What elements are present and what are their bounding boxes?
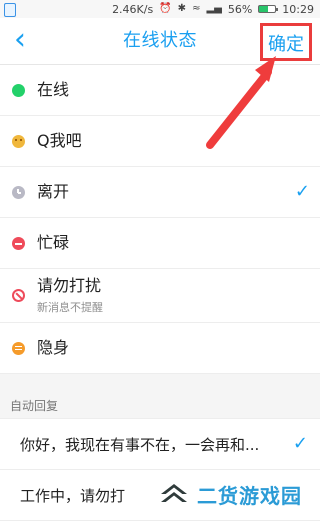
watermark-logo-icon xyxy=(161,484,189,504)
status-label: 在线 xyxy=(37,80,70,99)
auto-reply-item[interactable]: 你好，我现在有事不在，一会再和... ✓ xyxy=(0,419,320,470)
status-label: 隐身 xyxy=(37,338,70,357)
auto-reply-text: 工作中，请勿打 xyxy=(20,486,126,505)
section-gap xyxy=(0,374,320,394)
away-status-icon xyxy=(12,185,25,199)
bluetooth-icon: ✱ xyxy=(177,3,187,14)
status-options-list: 在线 Q我吧 离开 ✓ 忙碌 请勿打扰 新消息不提醒 隐身 xyxy=(0,65,320,374)
status-item-busy[interactable]: 忙碌 xyxy=(0,218,320,269)
auto-reply-header: 自动回复 xyxy=(0,394,320,419)
status-text: 请勿打扰 新消息不提醒 xyxy=(37,276,103,315)
app-notification-icon xyxy=(4,3,16,17)
clock-time: 10:29 xyxy=(282,2,314,16)
status-label: 离开 xyxy=(37,182,70,201)
status-item-away[interactable]: 离开 ✓ xyxy=(0,167,320,218)
status-item-q-me[interactable]: Q我吧 xyxy=(0,116,320,167)
status-text: 在线 xyxy=(37,80,69,100)
check-icon: ✓ xyxy=(294,181,310,202)
top-navigation-bar: ‹ 在线状态 确定 xyxy=(0,18,320,65)
status-text: Q我吧 xyxy=(37,131,82,151)
check-icon: ✓ xyxy=(292,433,308,454)
signal-icon: ▂▄ xyxy=(206,3,222,14)
status-text: 离开 xyxy=(37,182,69,202)
status-item-online[interactable]: 在线 xyxy=(0,65,320,116)
status-bar-right: 2.46K/s ⏰ ✱ ≈ ▂▄ 56% 10:29 xyxy=(112,3,314,16)
online-status-icon xyxy=(12,83,25,97)
auto-reply-text: 你好，我现在有事不在，一会再和... xyxy=(20,435,260,454)
status-label: 忙碌 xyxy=(37,233,70,252)
confirm-button[interactable]: 确定 xyxy=(260,23,312,61)
status-item-invisible[interactable]: 隐身 xyxy=(0,323,320,374)
alarm-icon: ⏰ xyxy=(159,3,172,14)
invisible-status-icon xyxy=(12,341,25,355)
status-bar: 2.46K/s ⏰ ✱ ≈ ▂▄ 56% 10:29 xyxy=(0,0,320,18)
battery-percent: 56% xyxy=(227,2,253,16)
network-speed: 2.46K/s xyxy=(112,2,154,16)
status-label: Q我吧 xyxy=(37,131,82,150)
status-item-do-not-disturb[interactable]: 请勿打扰 新消息不提醒 xyxy=(0,269,320,323)
watermark-text: 二货游戏园 xyxy=(197,483,302,508)
status-label: 请勿打扰 xyxy=(37,276,102,295)
do-not-disturb-icon xyxy=(12,289,25,302)
battery-icon xyxy=(258,5,279,13)
status-subtitle: 新消息不提醒 xyxy=(37,301,103,314)
watermark: 二货游戏园 xyxy=(155,475,310,513)
wifi-icon: ≈ xyxy=(192,3,201,14)
status-text: 忙碌 xyxy=(37,233,69,253)
busy-status-icon xyxy=(12,236,25,250)
status-text: 隐身 xyxy=(37,338,69,358)
q-me-status-icon xyxy=(12,134,25,148)
